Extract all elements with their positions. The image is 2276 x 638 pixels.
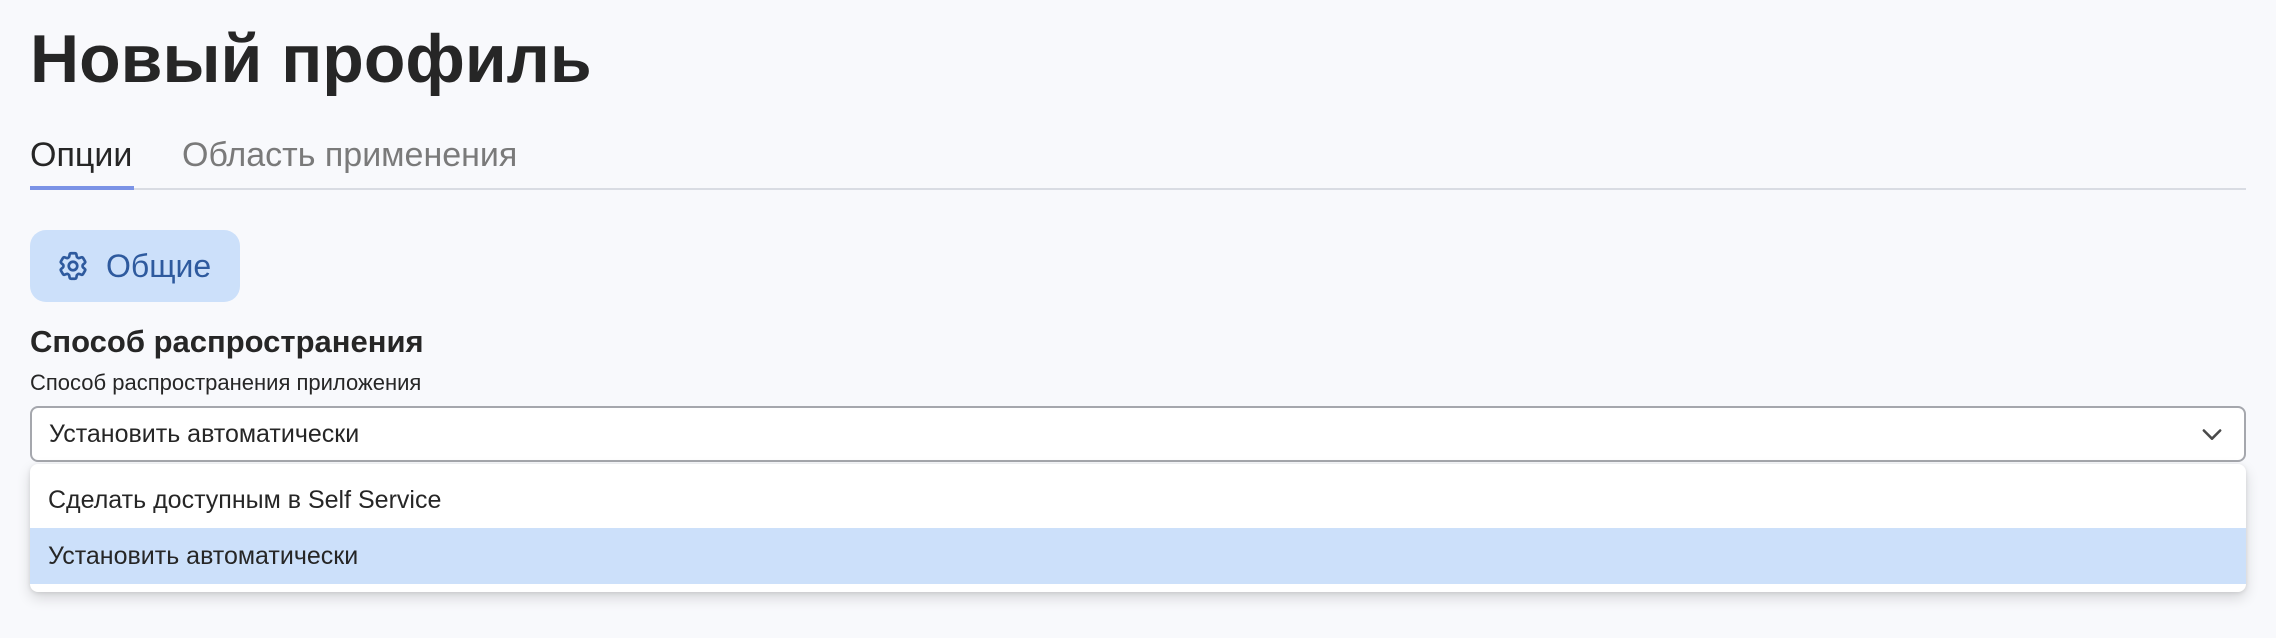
gear-icon: [56, 249, 90, 283]
tab-scope[interactable]: Область применения: [182, 128, 517, 190]
dropdown-option-self-service[interactable]: Сделать доступным в Self Service: [30, 472, 2246, 528]
dropdown-menu: Сделать доступным в Self Service Установ…: [30, 464, 2246, 592]
tab-bar: Опции Область применения: [30, 128, 2246, 190]
dropdown-option-install-automatically[interactable]: Установить автоматически: [30, 528, 2246, 584]
section-title: Способ распространения: [30, 324, 424, 359]
chevron-down-icon: [2198, 420, 2226, 448]
general-button-label: Общие: [106, 247, 212, 284]
general-section-button[interactable]: Общие: [30, 230, 240, 302]
field-label: Способ распространения приложения: [30, 370, 422, 395]
tab-options[interactable]: Опции: [30, 128, 134, 190]
page-title: Новый профиль: [30, 21, 592, 97]
distribution-method-select[interactable]: Установить автоматически: [30, 406, 2246, 462]
select-value: Установить автоматически: [49, 420, 360, 448]
